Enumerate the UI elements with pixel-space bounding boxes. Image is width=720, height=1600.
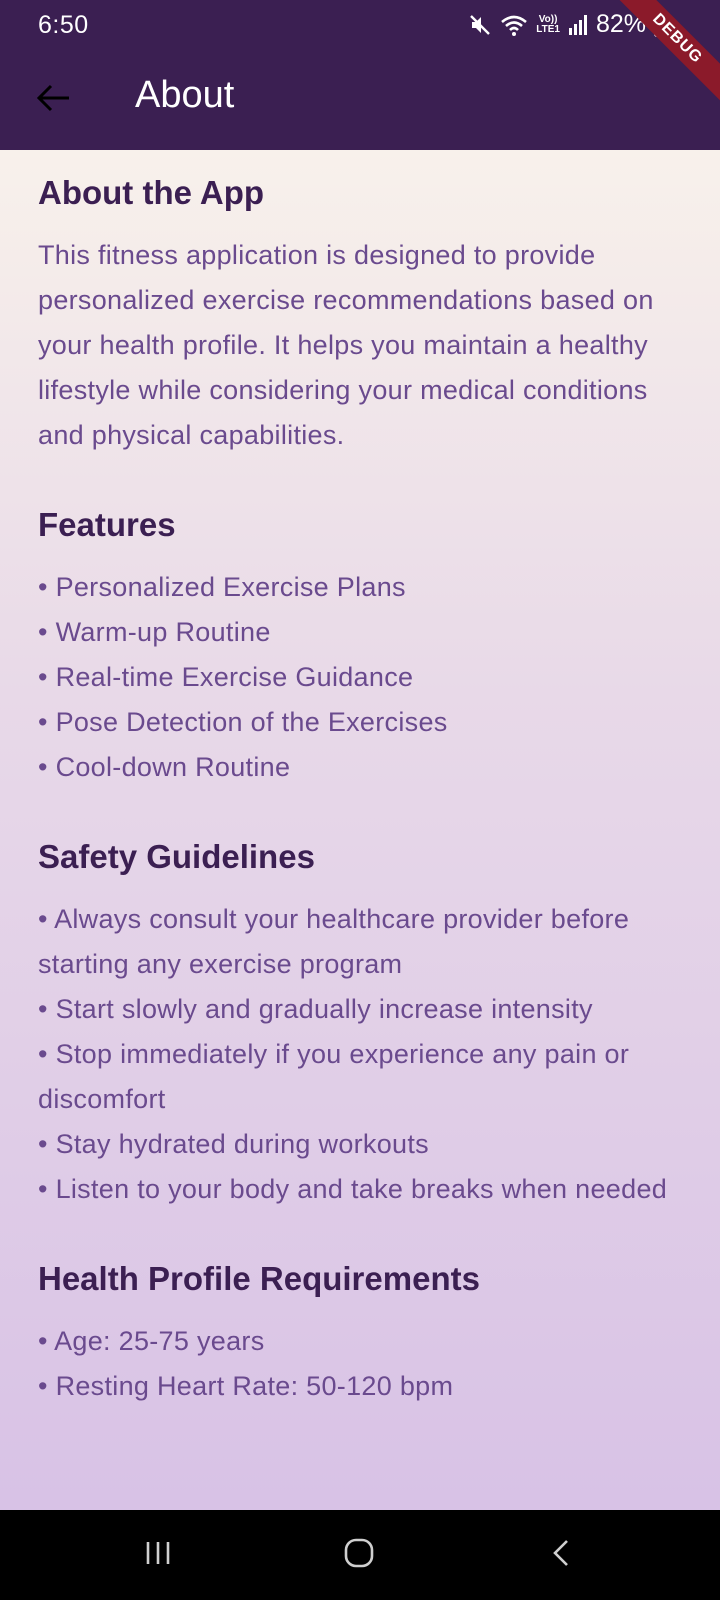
list-item: Stay hydrated during workouts [38, 1122, 682, 1167]
section-title-safety: Safety Guidelines [38, 838, 315, 875]
volte-line1: Vo)) [538, 13, 558, 25]
about-description: This fitness application is designed to … [38, 240, 654, 450]
recent-apps-button[interactable] [128, 1532, 188, 1578]
list-item: Pose Detection of the Exercises [38, 700, 682, 745]
mute-icon [468, 13, 492, 37]
section-title-health-profile: Health Profile Requirements [38, 1260, 480, 1297]
list-item: Always consult your healthcare provider … [38, 897, 682, 987]
list-item: Real-time Exercise Guidance [38, 655, 682, 700]
home-button[interactable] [329, 1532, 389, 1578]
list-item: Start slowly and gradually increase inte… [38, 987, 682, 1032]
list-item: Stop immediately if you experience any p… [38, 1032, 682, 1122]
back-icon [550, 1538, 572, 1573]
volte-indicator: Vo)) LTE1 [536, 13, 560, 35]
about-content[interactable]: About the App This fitness application i… [0, 150, 720, 1510]
system-back-button[interactable] [531, 1532, 591, 1578]
list-item: Cool-down Routine [38, 745, 682, 790]
recent-apps-icon [143, 1539, 173, 1572]
list-item: Listen to your body and take breaks when… [38, 1167, 682, 1212]
arrow-left-icon [36, 83, 72, 118]
home-icon [343, 1537, 375, 1574]
section-title-about: About the App [38, 174, 265, 211]
safety-list: Always consult your healthcare provider … [38, 897, 682, 1212]
page-title: About [135, 74, 235, 116]
features-list: Personalized Exercise Plans Warm-up Rout… [38, 565, 682, 790]
status-time: 6:50 [38, 11, 89, 39]
list-item: Personalized Exercise Plans [38, 565, 682, 610]
status-bar: 6:50 Vo)) LTE1 82% [0, 0, 720, 52]
list-item: Resting Heart Rate: 50-120 bpm [38, 1364, 682, 1409]
list-item: Age: 25-75 years [38, 1319, 682, 1364]
list-item: Warm-up Routine [38, 610, 682, 655]
section-title-features: Features [38, 506, 176, 543]
back-button[interactable] [28, 74, 80, 126]
signal-icon [568, 14, 588, 36]
health-profile-list: Age: 25-75 years Resting Heart Rate: 50-… [38, 1319, 682, 1409]
app-bar: About [0, 52, 720, 150]
wifi-icon [500, 13, 528, 37]
system-nav-bar [0, 1510, 720, 1600]
volte-line2: LTE1 [536, 23, 560, 35]
